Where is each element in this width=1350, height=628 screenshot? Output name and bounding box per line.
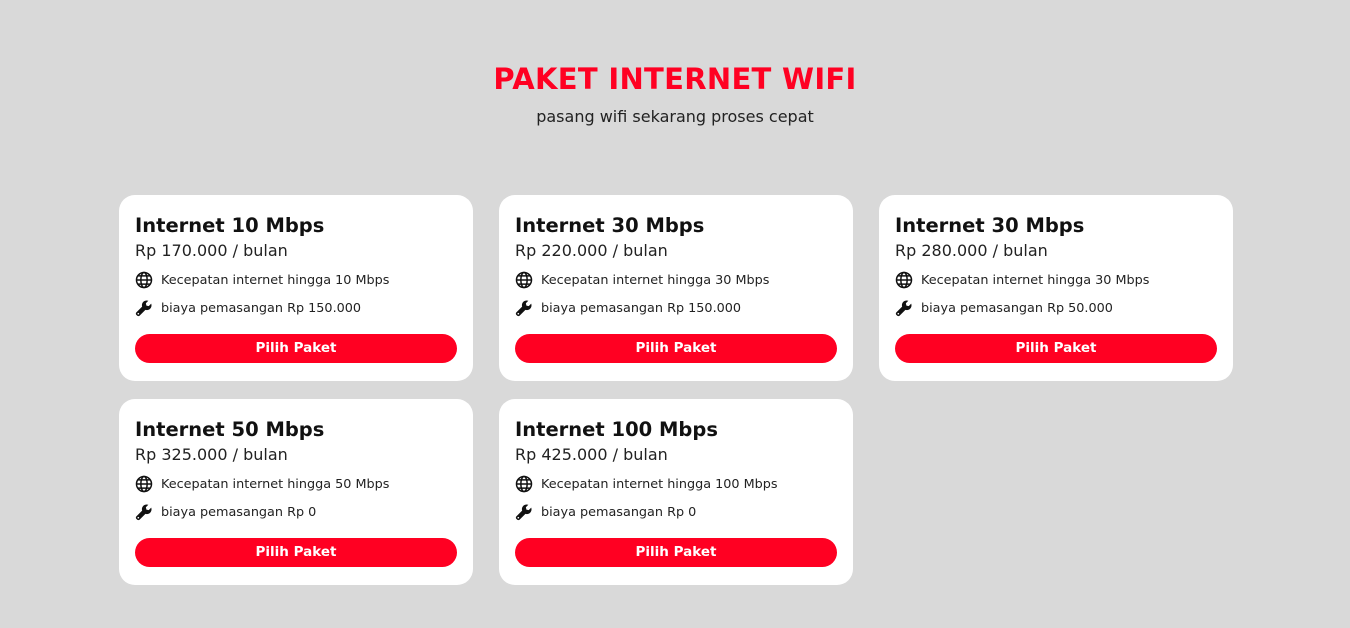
install-feature: biaya pemasangan Rp 50.000 — [895, 298, 1217, 318]
choose-package-button[interactable]: Pilih Paket — [515, 334, 837, 363]
package-name: Internet 100 Mbps — [515, 418, 718, 441]
speed-text: Kecepatan internet hingga 50 Mbps — [161, 476, 390, 492]
package-price: Rp 325.000 / bulan — [135, 445, 288, 464]
install-text: biaya pemasangan Rp 0 — [161, 504, 317, 520]
install-feature: biaya pemasangan Rp 0 — [135, 502, 457, 522]
install-feature: biaya pemasangan Rp 0 — [515, 502, 837, 522]
speed-text: Kecepatan internet hingga 10 Mbps — [161, 272, 390, 288]
install-feature: biaya pemasangan Rp 150.000 — [135, 298, 457, 318]
package-price: Rp 425.000 / bulan — [515, 445, 668, 464]
install-text: biaya pemasangan Rp 50.000 — [921, 300, 1113, 316]
package-card: Internet 100 Mbps Rp 425.000 / bulan Kec… — [499, 399, 853, 585]
install-text: biaya pemasangan Rp 150.000 — [541, 300, 742, 316]
speed-feature: Kecepatan internet hingga 30 Mbps — [515, 270, 837, 290]
package-name: Internet 30 Mbps — [895, 214, 1085, 237]
page-header: PAKET INTERNET WIFI pasang wifi sekarang… — [0, 60, 1350, 128]
speed-text: Kecepatan internet hingga 30 Mbps — [541, 272, 770, 288]
globe-icon — [515, 475, 533, 493]
package-card: Internet 50 Mbps Rp 325.000 / bulan Kece… — [119, 399, 473, 585]
package-price: Rp 280.000 / bulan — [895, 241, 1048, 260]
package-card: Internet 10 Mbps Rp 170.000 / bulan Kece… — [119, 195, 473, 381]
install-feature: biaya pemasangan Rp 150.000 — [515, 298, 837, 318]
globe-icon — [135, 475, 153, 493]
speed-text: Kecepatan internet hingga 100 Mbps — [541, 476, 778, 492]
package-price: Rp 170.000 / bulan — [135, 241, 288, 260]
package-name: Internet 10 Mbps — [135, 214, 325, 237]
globe-icon — [515, 271, 533, 289]
package-card: Internet 30 Mbps Rp 280.000 / bulan Kece… — [879, 195, 1233, 381]
choose-package-button[interactable]: Pilih Paket — [895, 334, 1217, 363]
package-card: Internet 30 Mbps Rp 220.000 / bulan Kece… — [499, 195, 853, 381]
speed-feature: Kecepatan internet hingga 50 Mbps — [135, 474, 457, 494]
choose-package-button[interactable]: Pilih Paket — [515, 538, 837, 567]
package-grid: Internet 10 Mbps Rp 170.000 / bulan Kece… — [119, 195, 1234, 585]
speed-feature: Kecepatan internet hingga 100 Mbps — [515, 474, 837, 494]
speed-feature: Kecepatan internet hingga 10 Mbps — [135, 270, 457, 290]
globe-icon — [135, 271, 153, 289]
globe-icon — [895, 271, 913, 289]
choose-package-button[interactable]: Pilih Paket — [135, 538, 457, 567]
install-text: biaya pemasangan Rp 150.000 — [161, 300, 362, 316]
wrench-icon — [135, 503, 153, 521]
wrench-icon — [515, 299, 533, 317]
package-name: Internet 30 Mbps — [515, 214, 705, 237]
wrench-icon — [895, 299, 913, 317]
page-subtitle: pasang wifi sekarang proses cepat — [536, 107, 814, 126]
page-title: PAKET INTERNET WIFI — [493, 62, 857, 96]
speed-text: Kecepatan internet hingga 30 Mbps — [921, 272, 1150, 288]
choose-package-button[interactable]: Pilih Paket — [135, 334, 457, 363]
wrench-icon — [135, 299, 153, 317]
install-text: biaya pemasangan Rp 0 — [541, 504, 697, 520]
package-price: Rp 220.000 / bulan — [515, 241, 668, 260]
speed-feature: Kecepatan internet hingga 30 Mbps — [895, 270, 1217, 290]
wrench-icon — [515, 503, 533, 521]
package-name: Internet 50 Mbps — [135, 418, 325, 441]
